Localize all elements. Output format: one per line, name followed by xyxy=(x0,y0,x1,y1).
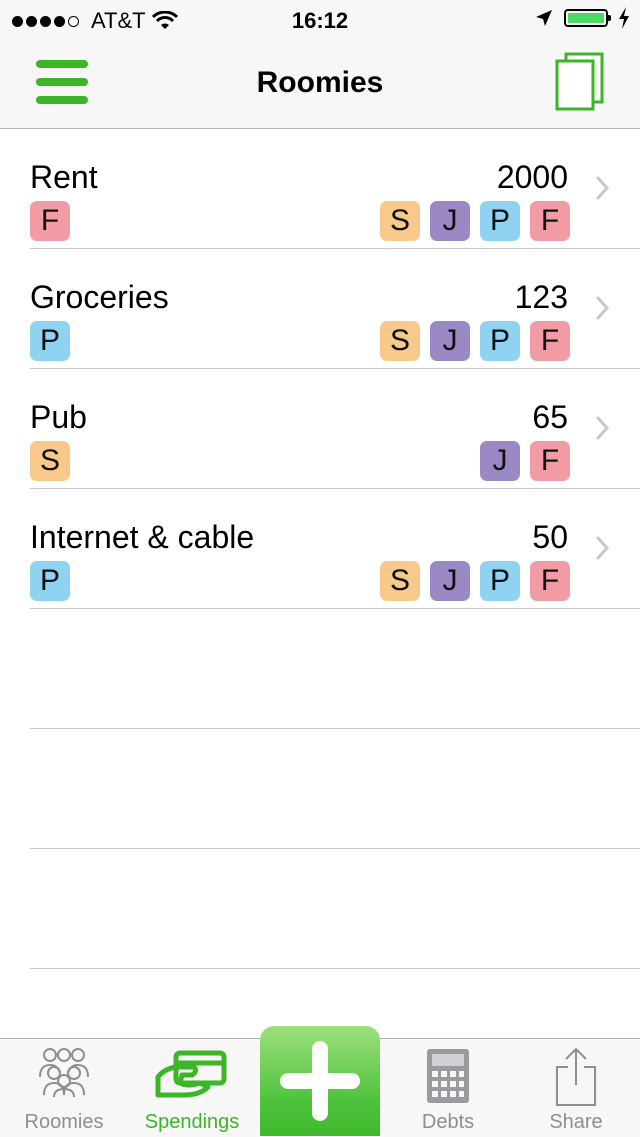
member-badge: J xyxy=(430,201,470,241)
payer-badge: P xyxy=(30,321,70,361)
spending-amount: 123 xyxy=(514,279,568,315)
member-badge: F xyxy=(530,201,570,241)
member-badge: S xyxy=(380,561,420,601)
spending-row[interactable]: Pub 65 S J F xyxy=(0,369,640,489)
payer-badge: P xyxy=(30,561,70,601)
member-badge: F xyxy=(530,441,570,481)
member-badge: S xyxy=(380,321,420,361)
navigation-bar: Roomies xyxy=(0,40,640,129)
payer-badges: P xyxy=(30,321,70,361)
member-badge: F xyxy=(530,561,570,601)
member-badge: P xyxy=(480,201,520,241)
member-badge: P xyxy=(480,321,520,361)
tab-spendings-label: Spendings xyxy=(144,1111,240,1133)
spending-row[interactable]: Groceries 123 P S J P F xyxy=(0,249,640,369)
member-badges: JF xyxy=(480,441,570,481)
empty-row xyxy=(0,729,640,849)
tab-share[interactable]: Share xyxy=(512,1039,640,1137)
page-title: Roomies xyxy=(256,66,384,99)
spending-amount: 2000 xyxy=(496,159,568,195)
member-badge: J xyxy=(430,321,470,361)
chevron-right-icon xyxy=(595,415,610,441)
tab-spendings[interactable]: Spendings xyxy=(128,1039,256,1137)
empty-row xyxy=(0,609,640,729)
member-badges: SJPF xyxy=(380,321,570,361)
member-badge: P xyxy=(480,561,520,601)
member-badges: SJPF xyxy=(380,561,570,601)
copy-button[interactable] xyxy=(554,52,606,112)
payer-badge: F xyxy=(30,201,70,241)
people-icon xyxy=(39,1048,89,1098)
payment-card-icon xyxy=(155,1050,227,1098)
member-badge: J xyxy=(480,441,520,481)
charging-bolt-icon xyxy=(619,7,629,29)
status-bar: AT&T 16:12 xyxy=(0,0,640,40)
member-badge: S xyxy=(380,201,420,241)
chevron-right-icon xyxy=(595,295,610,321)
copy-icon xyxy=(555,52,604,111)
tab-roomies-label: Roomies xyxy=(24,1111,104,1133)
tab-roomies[interactable]: Roomies xyxy=(0,1039,128,1137)
chevron-right-icon xyxy=(595,175,610,201)
payer-badge: S xyxy=(30,441,70,481)
share-icon xyxy=(556,1047,596,1106)
spending-name: Groceries xyxy=(30,279,169,315)
chevron-right-icon xyxy=(595,535,610,561)
spending-name: Internet & cable xyxy=(30,519,255,555)
tab-debts-label: Debts xyxy=(421,1111,475,1133)
spending-amount: 50 xyxy=(532,519,568,555)
empty-row xyxy=(0,849,640,969)
spending-name: Rent xyxy=(30,159,98,195)
spendings-list: Rent 2000 F S J P F Groceries 123 P S J P F Pub 65 S J F In… xyxy=(0,129,640,969)
status-right xyxy=(534,7,630,29)
spending-row[interactable]: Internet & cable 50 P S J P F xyxy=(0,489,640,609)
spending-amount: 65 xyxy=(532,399,568,435)
member-badge: F xyxy=(530,321,570,361)
spending-row[interactable]: Rent 2000 F S J P F xyxy=(0,129,640,249)
calculator-icon xyxy=(427,1049,469,1103)
payer-badges: S xyxy=(30,441,70,481)
payer-badges: F xyxy=(30,201,70,241)
spending-name: Pub xyxy=(30,399,87,435)
row-separator xyxy=(30,968,640,969)
tab-share-label: Share xyxy=(549,1111,603,1133)
add-spending-button[interactable] xyxy=(260,1026,380,1136)
battery-icon xyxy=(564,9,611,27)
location-arrow-icon xyxy=(536,10,552,26)
tab-debts[interactable]: Debts xyxy=(384,1039,512,1137)
member-badges: SJPF xyxy=(380,201,570,241)
member-badge: J xyxy=(430,561,470,601)
payer-badges: P xyxy=(30,561,70,601)
